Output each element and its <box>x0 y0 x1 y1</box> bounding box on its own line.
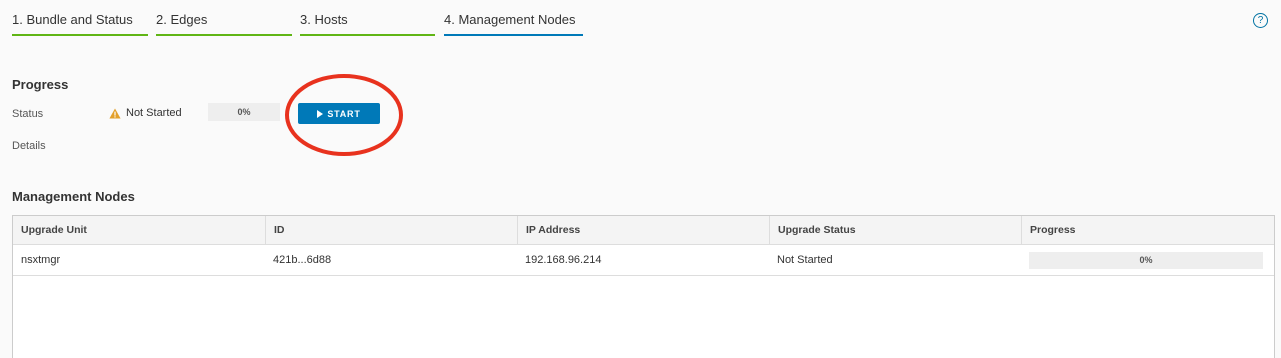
cell-upgrade-status: Not Started <box>777 254 833 266</box>
start-button-label: START <box>327 108 361 119</box>
progress-percent: 0% <box>237 107 251 117</box>
grid-header: Upgrade Unit ID IP Address Upgrade Statu… <box>13 216 1274 245</box>
step-label: 3. Hosts <box>300 12 348 27</box>
column-header-upgrade-status[interactable]: Upgrade Status <box>769 216 1021 244</box>
play-icon <box>317 109 324 118</box>
column-header-upgrade-unit[interactable]: Upgrade Unit <box>13 216 265 244</box>
cell-upgrade-unit: nsxtmgr <box>21 254 61 266</box>
cell-progress: 0% <box>1021 245 1274 275</box>
progress-section-title: Progress <box>12 77 69 92</box>
overall-progress-bar: 0% <box>208 103 280 121</box>
step-label: 2. Edges <box>156 12 208 27</box>
column-header-id[interactable]: ID <box>265 216 517 244</box>
status-label: Status <box>12 108 44 120</box>
step-label: 1. Bundle and Status <box>12 12 133 27</box>
step-progress-bar <box>300 34 435 36</box>
step-label: 4. Management Nodes <box>444 12 576 27</box>
table-row[interactable]: nsxtmgr 421b...6d88 192.168.96.214 Not S… <box>13 245 1274 276</box>
details-label: Details <box>12 140 46 152</box>
start-button[interactable]: START <box>298 103 380 124</box>
column-header-progress[interactable]: Progress <box>1021 216 1274 244</box>
row-progress-percent: 0% <box>1139 254 1153 265</box>
status-value: Not Started <box>109 107 182 119</box>
warning-triangle-icon <box>109 108 121 118</box>
step-edges[interactable]: 2. Edges <box>156 0 292 38</box>
step-management-nodes[interactable]: 4. Management Nodes <box>444 0 583 38</box>
step-progress-bar <box>444 34 583 36</box>
row-progress-bar: 0% <box>1029 251 1263 269</box>
step-progress-bar <box>156 34 292 36</box>
upgrade-coordinator-page: 1. Bundle and Status 2. Edges 3. Hosts 4… <box>0 0 1281 358</box>
step-hosts[interactable]: 3. Hosts <box>300 0 435 38</box>
column-header-ip-address[interactable]: IP Address <box>517 216 769 244</box>
management-nodes-grid: Upgrade Unit ID IP Address Upgrade Statu… <box>12 215 1275 358</box>
management-nodes-title: Management Nodes <box>12 189 135 204</box>
cell-id: 421b...6d88 <box>273 254 332 266</box>
step-progress-bar <box>12 34 148 36</box>
cell-ip-address: 192.168.96.214 <box>525 254 602 266</box>
status-text: Not Started <box>126 107 182 119</box>
step-bundle-and-status[interactable]: 1. Bundle and Status <box>12 0 148 38</box>
help-icon[interactable]: ? <box>1253 13 1268 28</box>
